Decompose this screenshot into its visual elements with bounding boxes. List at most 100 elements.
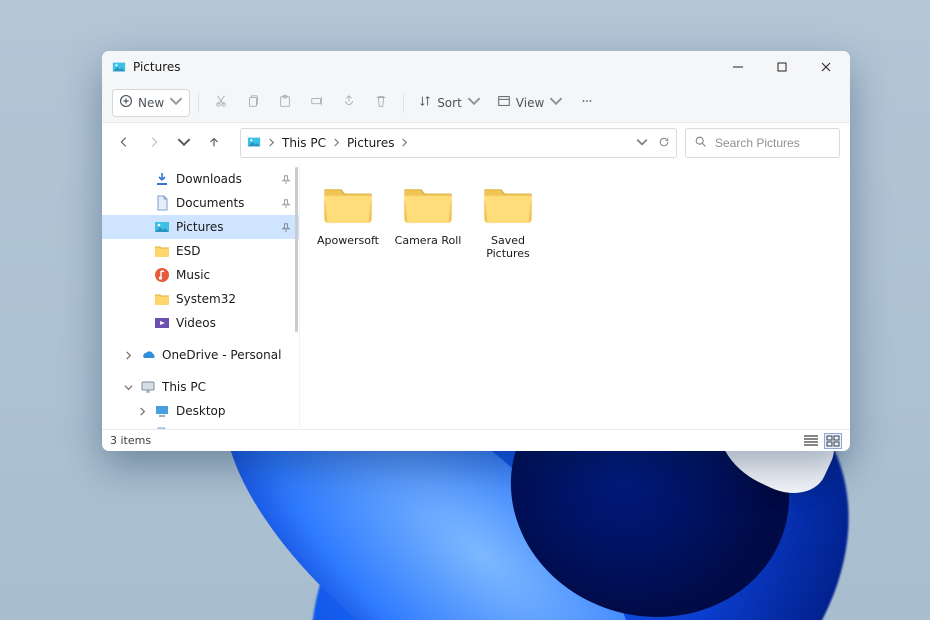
share-icon xyxy=(342,94,356,111)
sort-button-label: Sort xyxy=(437,96,462,110)
rename-button[interactable] xyxy=(303,89,331,117)
breadcrumb-this-pc[interactable]: This PC xyxy=(282,136,326,150)
view-button[interactable]: View xyxy=(491,89,569,117)
expander-icon[interactable] xyxy=(122,381,134,393)
folder-icon xyxy=(480,183,536,230)
tree-item-label: Documents xyxy=(176,196,275,210)
copy-icon xyxy=(246,94,260,111)
minimize-button[interactable] xyxy=(716,51,760,83)
address-dropdown-button[interactable] xyxy=(636,136,648,151)
tree-item-label: ESD xyxy=(176,244,291,258)
folder-y-icon xyxy=(154,243,170,259)
tree-item-label: Downloads xyxy=(176,172,275,186)
document-icon xyxy=(154,427,170,429)
back-button[interactable] xyxy=(110,129,138,157)
expander-placeholder xyxy=(136,221,148,233)
scrollbar-thumb[interactable] xyxy=(295,167,298,332)
more-icon xyxy=(580,94,594,111)
tree-item-music[interactable]: Music xyxy=(102,263,299,287)
navigation-pane[interactable]: Downloads Documents Pictures ESD Music System… xyxy=(102,163,300,429)
tree-item-label: Videos xyxy=(176,316,291,330)
close-button[interactable] xyxy=(804,51,848,83)
search-icon xyxy=(694,135,707,151)
chevron-right-icon xyxy=(267,136,276,150)
onedrive-icon xyxy=(140,347,156,363)
tree-item-label: This PC xyxy=(162,380,291,394)
refresh-button[interactable] xyxy=(658,136,670,151)
search-input[interactable] xyxy=(715,136,831,150)
tree-item-videos[interactable]: Videos xyxy=(102,311,299,335)
chevron-right-icon xyxy=(332,136,341,150)
share-button[interactable] xyxy=(335,89,363,117)
pin-icon xyxy=(281,174,291,184)
tree-item-pictures[interactable]: Pictures xyxy=(102,215,299,239)
expander-placeholder xyxy=(136,245,148,257)
folder-name: Saved Pictures xyxy=(474,234,542,260)
copy-button[interactable] xyxy=(239,89,267,117)
folder-icon xyxy=(400,183,456,230)
large-icons-view-button[interactable] xyxy=(824,433,842,449)
expander-icon[interactable] xyxy=(122,349,134,361)
tree-item-label: System32 xyxy=(176,292,291,306)
tree-item-desktop[interactable]: Desktop xyxy=(102,399,299,423)
tree-item-system32[interactable]: System32 xyxy=(102,287,299,311)
command-bar: New Sort View xyxy=(102,83,850,123)
file-explorer-window: Pictures New Sort View xyxy=(102,51,850,451)
rename-icon xyxy=(310,94,324,111)
paste-icon xyxy=(278,94,292,111)
sort-icon xyxy=(418,94,432,111)
desktop-icon xyxy=(154,403,170,419)
expander-icon[interactable] xyxy=(136,405,148,417)
title-bar[interactable]: Pictures xyxy=(102,51,850,83)
thispc-icon xyxy=(140,379,156,395)
search-box[interactable] xyxy=(685,128,840,158)
tree-item-label: Documents xyxy=(176,428,291,429)
location-icon xyxy=(247,135,261,152)
tree-item-onedrive-personal[interactable]: OneDrive - Personal xyxy=(102,343,299,367)
status-bar: 3 items xyxy=(102,429,850,451)
folder-item[interactable]: Saved Pictures xyxy=(470,179,546,264)
sort-button[interactable]: Sort xyxy=(412,89,487,117)
navigation-row: This PC Pictures xyxy=(102,123,850,163)
view-button-label: View xyxy=(516,96,544,110)
details-view-button[interactable] xyxy=(802,433,820,449)
folder-item[interactable]: Camera Roll xyxy=(390,179,466,264)
tree-item-this-pc[interactable]: This PC xyxy=(102,375,299,399)
items-view[interactable]: Apowersoft Camera Roll Saved Pictures xyxy=(300,163,850,429)
tree-item-downloads[interactable]: Downloads xyxy=(102,167,299,191)
chevron-down-icon xyxy=(467,94,481,111)
plus-circle-icon xyxy=(119,94,133,111)
folder-name: Apowersoft xyxy=(317,234,379,247)
breadcrumb-pictures[interactable]: Pictures xyxy=(347,136,395,150)
paste-button[interactable] xyxy=(271,89,299,117)
up-arrow-icon xyxy=(207,135,221,152)
tree-item-label: Pictures xyxy=(176,220,275,234)
delete-icon xyxy=(374,94,388,111)
recent-locations-button[interactable] xyxy=(170,129,198,157)
chevron-down-icon xyxy=(177,135,191,152)
folder-item[interactable]: Apowersoft xyxy=(310,179,386,264)
address-bar[interactable]: This PC Pictures xyxy=(240,128,677,158)
tree-item-label: Desktop xyxy=(176,404,291,418)
cut-icon xyxy=(214,94,228,111)
chevron-down-icon xyxy=(549,94,563,111)
delete-button[interactable] xyxy=(367,89,395,117)
item-count-label: 3 items xyxy=(110,434,151,447)
expander-placeholder xyxy=(136,317,148,329)
new-button-label: New xyxy=(138,96,164,110)
tree-item-documents[interactable]: Documents xyxy=(102,191,299,215)
window-title: Pictures xyxy=(133,60,181,74)
expander-placeholder xyxy=(136,269,148,281)
more-button[interactable] xyxy=(573,89,601,117)
maximize-button[interactable] xyxy=(760,51,804,83)
tree-item-label: OneDrive - Personal xyxy=(162,348,291,362)
cut-button[interactable] xyxy=(207,89,235,117)
tree-item-label: Music xyxy=(176,268,291,282)
forward-button[interactable] xyxy=(140,129,168,157)
tree-item-documents[interactable]: Documents xyxy=(102,423,299,429)
up-button[interactable] xyxy=(200,129,228,157)
tree-item-esd[interactable]: ESD xyxy=(102,239,299,263)
expander-placeholder xyxy=(136,173,148,185)
chevron-right-icon xyxy=(400,136,409,150)
new-button[interactable]: New xyxy=(112,89,190,117)
